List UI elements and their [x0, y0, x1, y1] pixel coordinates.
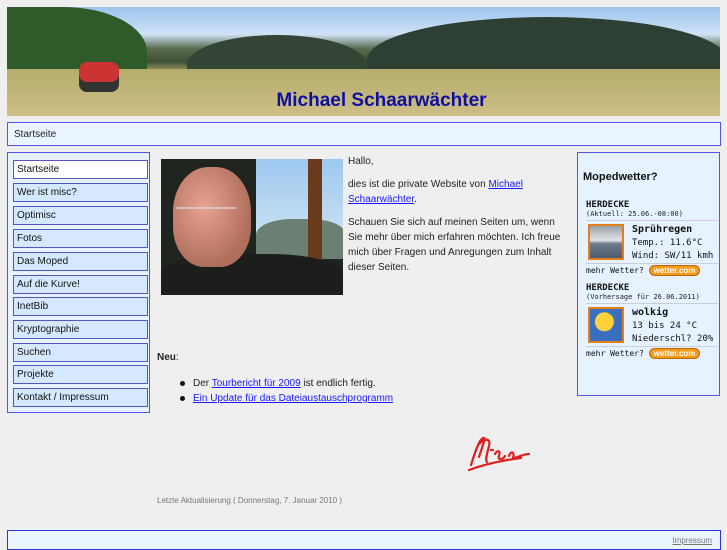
more-weather: mehr Wetter? wetter.com [586, 346, 718, 359]
sidebar-item-wer-ist-misc[interactable]: Wer ist misc? [13, 183, 148, 202]
header-banner: Michael Schaarwächter [7, 7, 720, 116]
sidebar-item-projekte[interactable]: Projekte [13, 365, 148, 384]
news-item: Ein Update für das Dateiaustauschprogram… [180, 391, 393, 406]
news-suffix: ist endlich fertig. [300, 378, 376, 389]
weather-condition: Sprühregen [632, 224, 693, 235]
sidebar-item-startseite[interactable]: Startseite [13, 160, 148, 179]
drizzle-icon [588, 224, 624, 260]
weather-subtitle: (Vorhersage für 26.06.2011) [586, 293, 718, 304]
weather-row: wolkig 13 bis 24 °C Niederschl? 20% [586, 304, 718, 346]
update-link[interactable]: Ein Update für das Dateiaustauschprogram… [193, 393, 393, 404]
more-weather: mehr Wetter? wetter.com [586, 263, 718, 276]
weather-temp: 13 bis 24 °C [632, 321, 698, 331]
sun-cloud-icon [588, 307, 624, 343]
weather-precip: Niederschl? 20% [632, 334, 714, 344]
sidebar-item-optimisc[interactable]: Optimisc [13, 206, 148, 225]
news-colon: : [175, 352, 179, 363]
weather-widget: Mopedwetter? HERDECKE (Aktuell: 25.06.-0… [577, 152, 720, 396]
weather-temp: Temp.: 11.6°C [632, 238, 703, 248]
weather-subtitle: (Aktuell: 25.06.-08:00) [586, 210, 718, 221]
weather-condition: wolkig [632, 307, 669, 318]
breadcrumb: Startseite [7, 122, 721, 146]
weather-wind: Wind: SW/11 kmh [632, 251, 714, 261]
sidebar-item-auf-die-kurve[interactable]: Auf die Kurve! [13, 275, 148, 294]
weather-row: Sprühregen Temp.: 11.6°C Wind: SW/11 kmh [586, 221, 718, 263]
weather-title: Mopedwetter? [583, 171, 658, 183]
footer: Impressum [7, 530, 721, 550]
breadcrumb-current: Startseite [14, 129, 57, 140]
sidebar-item-suchen[interactable]: Suchen [13, 343, 148, 362]
portrait-photo [161, 159, 343, 295]
photo-hills [256, 219, 343, 259]
news-list: Der Tourbericht für 2009 ist endlich fer… [180, 376, 393, 406]
sidebar-item-das-moped[interactable]: Das Moped [13, 252, 148, 271]
signature-image [467, 436, 531, 472]
sidebar-item-inetbib[interactable]: InetBib [13, 297, 148, 316]
photo-glasses [176, 207, 236, 219]
wetter-com-logo[interactable]: wetter.com [648, 265, 701, 276]
intro-prefix: dies ist die private Website von [348, 179, 489, 190]
tourbericht-link[interactable]: Tourbericht für 2009 [212, 378, 301, 389]
weather-forecast: HERDECKE (Vorhersage für 26.06.2011) wol… [586, 283, 718, 359]
sidebar-item-kontakt-impressum[interactable]: Kontakt / Impressum [13, 388, 148, 407]
weather-details: wolkig 13 bis 24 °C Niederschl? 20% [632, 306, 713, 346]
news-heading: Neu: [157, 352, 179, 363]
intro-suffix: . [414, 194, 417, 205]
news-label: Neu [157, 352, 176, 363]
news-prefix: Der [193, 378, 212, 389]
intro-paragraph: dies ist die private Website von Michael… [348, 177, 568, 207]
intro-text: Hallo, dies ist die private Website von … [348, 154, 568, 283]
sidebar-item-fotos[interactable]: Fotos [13, 229, 148, 248]
weather-details: Sprühregen Temp.: 11.6°C Wind: SW/11 kmh [632, 223, 713, 263]
greeting: Hallo, [348, 156, 374, 167]
more-weather-label: mehr Wetter? [586, 266, 644, 275]
sidebar-item-kryptographie[interactable]: Kryptographie [13, 320, 148, 339]
weather-city: HERDECKE [586, 283, 630, 293]
weather-city: HERDECKE [586, 200, 630, 210]
last-updated: Letzte Aktualisierung ( Donnerstag, 7. J… [157, 496, 342, 505]
intro-body: Schauen Sie sich auf meinen Seiten um, w… [348, 217, 561, 273]
site-title: Michael Schaarwächter [276, 90, 487, 111]
wetter-com-logo[interactable]: wetter.com [648, 348, 701, 359]
motorcycle-image [79, 62, 119, 92]
more-weather-label: mehr Wetter? [586, 349, 644, 358]
weather-current: HERDECKE (Aktuell: 25.06.-08:00) Sprühre… [586, 200, 718, 276]
signature-stroke [467, 436, 531, 472]
impressum-link[interactable]: Impressum [672, 536, 712, 545]
sidebar-nav: Startseite Wer ist misc? Optimisc Fotos … [7, 152, 150, 413]
news-item: Der Tourbericht für 2009 ist endlich fer… [180, 376, 393, 391]
